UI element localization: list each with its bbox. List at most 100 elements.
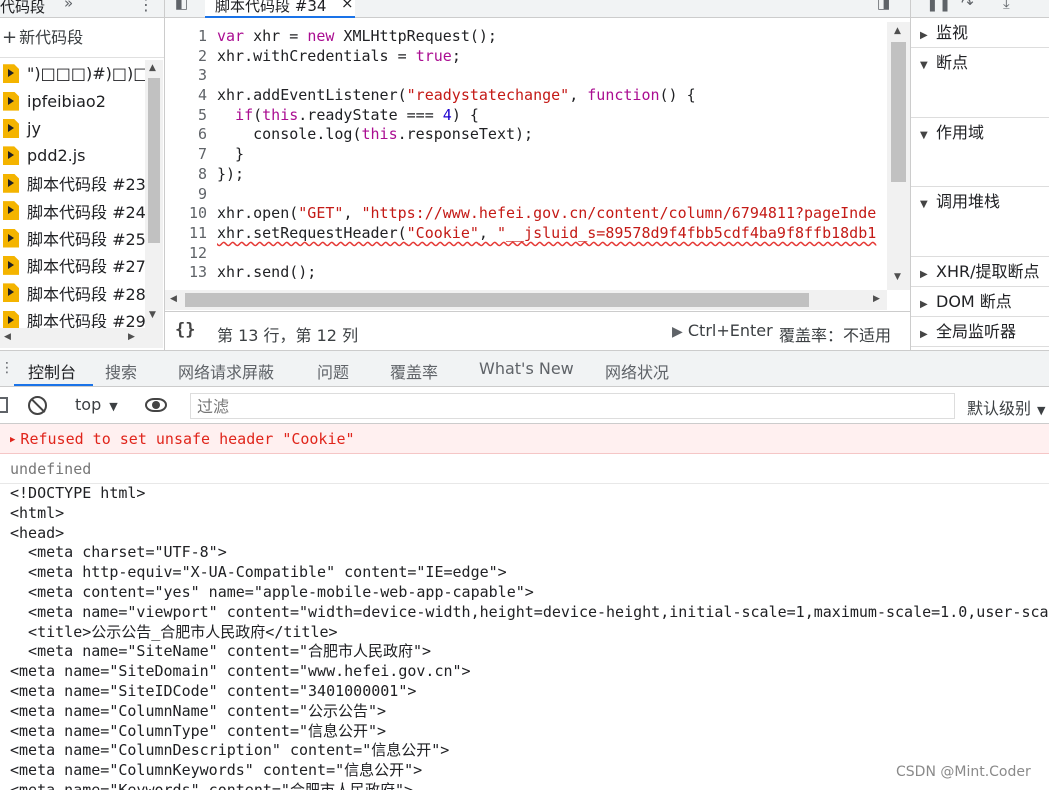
snippet-file-icon xyxy=(3,228,19,248)
code-text: xhr.open("GET", "https://www.hefei.gov.c… xyxy=(217,204,877,223)
step-into-icon[interactable]: ⤓ xyxy=(1003,0,1010,12)
code-line[interactable]: 2 xhr.withCredentials = true; xyxy=(165,47,887,67)
dropdown-arrow-icon: ▼ xyxy=(1037,404,1046,417)
console-sidebar-icon[interactable] xyxy=(0,397,8,413)
snippet-list-hscrollbar[interactable]: ◀ ▶ xyxy=(0,328,163,348)
line-number[interactable]: 6 xyxy=(165,125,217,145)
snippet-list-scrollbar[interactable]: ▲ ▼ xyxy=(145,60,163,328)
more-options-icon[interactable]: ⋮ xyxy=(138,0,154,14)
code-line[interactable]: 9 xyxy=(165,185,887,205)
scrollbar-thumb[interactable] xyxy=(891,42,906,182)
code-line[interactable]: 5 if(this.readyState === 4) { xyxy=(165,106,887,126)
tab-console[interactable]: 控制台 xyxy=(28,359,76,383)
run-snippet-button[interactable]: ▶ Ctrl+Enter xyxy=(672,321,773,340)
drawer-menu-icon[interactable]: ⋮ xyxy=(0,360,14,376)
new-snippet-button[interactable]: + 新代码段 xyxy=(0,18,164,58)
tab-request-blocking[interactable]: 网络请求屏蔽 xyxy=(178,359,274,383)
snippet-item[interactable]: 脚本代码段 #23 xyxy=(0,170,145,197)
scroll-down-icon[interactable]: ▼ xyxy=(894,272,901,282)
section-body xyxy=(911,77,1049,117)
code-line[interactable]: 12 xyxy=(165,244,887,264)
code-line[interactable]: 13 xhr.send(); xyxy=(165,263,887,283)
snippet-item[interactable]: pdd2.js xyxy=(0,142,145,169)
log-levels-dropdown[interactable]: 默认级别 ▼ xyxy=(967,395,1045,419)
scroll-right-icon[interactable]: ▶ xyxy=(128,332,135,342)
line-number[interactable]: 2 xyxy=(165,47,217,67)
toggle-navigator-icon[interactable]: ◧ xyxy=(175,0,197,14)
console-error-message[interactable]: ▶ Refused to set unsafe header "Cookie" xyxy=(0,424,1049,454)
scrollbar-thumb[interactable] xyxy=(148,78,160,243)
more-tabs-icon[interactable]: » xyxy=(64,0,73,12)
code-line[interactable]: 3 xyxy=(165,66,887,86)
snippet-item[interactable]: jy xyxy=(0,115,145,142)
code-line[interactable]: 7 } xyxy=(165,145,887,165)
console-filter-input[interactable] xyxy=(190,393,955,419)
console-toolbar: top ▼ 默认级别 ▼ xyxy=(0,386,1049,424)
close-icon[interactable]: × xyxy=(341,0,354,12)
line-number[interactable]: 1 xyxy=(165,27,217,47)
tab-network-conditions[interactable]: 网络状况 xyxy=(605,359,669,383)
line-number[interactable]: 3 xyxy=(165,66,217,86)
section-xhr-breakpoints[interactable]: ▶ XHR/提取断点 xyxy=(911,257,1049,287)
code-line[interactable]: 8}); xyxy=(165,165,887,185)
expand-arrow-icon[interactable]: ▶ xyxy=(10,425,15,455)
tab-whats-new[interactable]: What's New xyxy=(479,359,574,378)
step-over-icon[interactable]: ↷ xyxy=(961,0,974,12)
snippet-item[interactable]: ")□□□)#)□)□□□) xyxy=(0,60,145,87)
line-number[interactable]: 5 xyxy=(165,106,217,126)
scroll-down-icon[interactable]: ▼ xyxy=(149,310,156,320)
scroll-up-icon[interactable]: ▲ xyxy=(149,63,156,73)
line-number[interactable]: 12 xyxy=(165,244,217,264)
section-watch[interactable]: ▶ 监视 xyxy=(911,18,1049,48)
response-line: <meta name="ColumnKeywords" content="信息公… xyxy=(10,761,423,780)
tab-issues[interactable]: 问题 xyxy=(317,359,349,383)
scroll-left-icon[interactable]: ◀ xyxy=(170,294,177,304)
code-line[interactable]: 11 xhr.setRequestHeader("Cookie", "__jslu… xyxy=(165,224,887,244)
code-line[interactable]: 4 xhr.addEventListener("readystatechange"… xyxy=(165,86,887,106)
editor-horizontal-scrollbar[interactable]: ◀ ▶ xyxy=(165,290,887,310)
line-number[interactable]: 8 xyxy=(165,165,217,185)
section-global-listeners[interactable]: ▶ 全局监听器 xyxy=(911,317,1049,347)
line-number[interactable]: 11 xyxy=(165,224,217,244)
toggle-debugger-icon[interactable]: ◨ xyxy=(877,0,890,12)
code-content[interactable]: 1 var xhr = new XMLHttpRequest(); 2 xhr.wit… xyxy=(165,27,887,292)
section-scope[interactable]: ▼ 作用域 xyxy=(911,118,1049,187)
code-text: xhr.addEventListener("readystatechange",… xyxy=(217,86,696,105)
clear-console-icon[interactable] xyxy=(28,396,47,415)
live-expression-eye-icon[interactable] xyxy=(145,398,167,412)
snippet-item[interactable]: 脚本代码段 #29 xyxy=(0,307,145,328)
snippet-item[interactable]: ipfeibiao2 xyxy=(0,87,145,114)
collapse-arrow-icon: ▼ xyxy=(920,130,928,141)
line-number[interactable]: 7 xyxy=(165,145,217,165)
editor-vertical-scrollbar[interactable]: ▲ ▼ xyxy=(887,22,910,290)
snippet-item[interactable]: 脚本代码段 #25 xyxy=(0,224,145,251)
snippet-item[interactable]: 脚本代码段 #28 xyxy=(0,279,145,306)
context-selector[interactable]: top ▼ xyxy=(75,395,118,414)
scroll-left-icon[interactable]: ◀ xyxy=(4,332,11,342)
section-call-stack[interactable]: ▼ 调用堆栈 xyxy=(911,187,1049,257)
scroll-up-icon[interactable]: ▲ xyxy=(894,26,901,36)
tab-search[interactable]: 搜索 xyxy=(105,359,137,383)
pause-icon[interactable]: ❚❚ xyxy=(926,0,951,12)
section-body xyxy=(911,216,1049,256)
snippets-tab[interactable]: 代码段 xyxy=(0,0,45,17)
code-line[interactable]: 1 var xhr = new XMLHttpRequest(); xyxy=(165,27,887,47)
section-breakpoints[interactable]: ▼ 断点 xyxy=(911,48,1049,118)
line-number[interactable]: 9 xyxy=(165,185,217,205)
dropdown-arrow-icon: ▼ xyxy=(109,400,118,413)
scroll-right-icon[interactable]: ▶ xyxy=(873,294,880,304)
code-line[interactable]: 10 xhr.open("GET", "https://www.hefei.gov… xyxy=(165,204,887,224)
tab-coverage[interactable]: 覆盖率 xyxy=(390,359,438,383)
line-number[interactable]: 13 xyxy=(165,263,217,283)
line-number[interactable]: 10 xyxy=(165,204,217,224)
response-line: <meta name="viewport" content="width=dev… xyxy=(10,602,1049,621)
code-line[interactable]: 6 console.log(this.responseText); xyxy=(165,125,887,145)
snippet-file-icon xyxy=(3,201,19,221)
snippet-item[interactable]: 脚本代码段 #24 xyxy=(0,197,145,224)
scrollbar-thumb[interactable] xyxy=(185,293,809,307)
pretty-print-button[interactable]: {} xyxy=(175,320,195,340)
section-dom-breakpoints[interactable]: ▶ DOM 断点 xyxy=(911,287,1049,317)
snippet-item[interactable]: 脚本代码段 #27 xyxy=(0,252,145,279)
line-number[interactable]: 4 xyxy=(165,86,217,106)
editor-file-tab[interactable]: 脚本代码段 #34 × xyxy=(205,0,355,18)
